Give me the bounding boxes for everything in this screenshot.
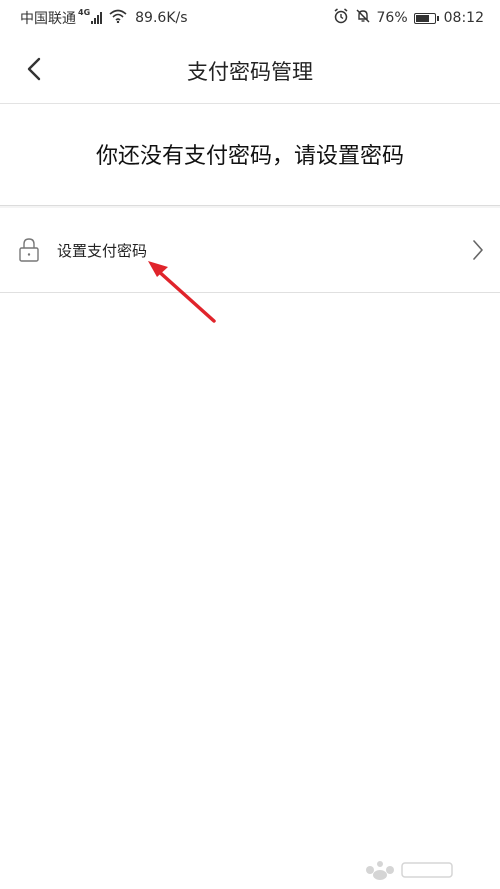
battery-icon [413, 12, 439, 24]
network-speed: 89.6K/s [135, 10, 188, 26]
mute-bell-icon [355, 8, 371, 28]
network-type-label: 4G [78, 7, 91, 17]
clock-time: 08:12 [443, 10, 484, 26]
app-screen: 中国联通 4G 89.6K/s 76% 08:12 支付密码管理 你还没有支付密… [0, 0, 500, 889]
status-left: 中国联通 4G 89.6K/s [20, 8, 188, 28]
carrier-name: 中国联通 [20, 11, 76, 27]
wifi-icon [109, 9, 127, 27]
status-right: 76% 08:12 [333, 8, 484, 28]
battery-percent: 76% [376, 10, 408, 26]
battery-fill [415, 14, 429, 22]
notice-text: 你还没有支付密码，请设置密码 [95, 144, 404, 169]
set-payment-password-row[interactable]: 设置支付密码 [0, 208, 500, 293]
page-title: 支付密码管理 [187, 60, 313, 84]
signal-icon [91, 12, 103, 24]
set-payment-password-label: 设置支付密码 [57, 242, 148, 260]
alarm-icon [333, 8, 349, 28]
chevron-right-icon [473, 240, 483, 260]
nav-header: 支付密码管理 [0, 36, 500, 104]
status-bar: 中国联通 4G 89.6K/s 76% 08:12 [0, 0, 500, 36]
lock-icon [19, 238, 39, 262]
watermark-logo [366, 861, 453, 880]
no-password-notice: 你还没有支付密码，请设置密码 [0, 104, 500, 206]
